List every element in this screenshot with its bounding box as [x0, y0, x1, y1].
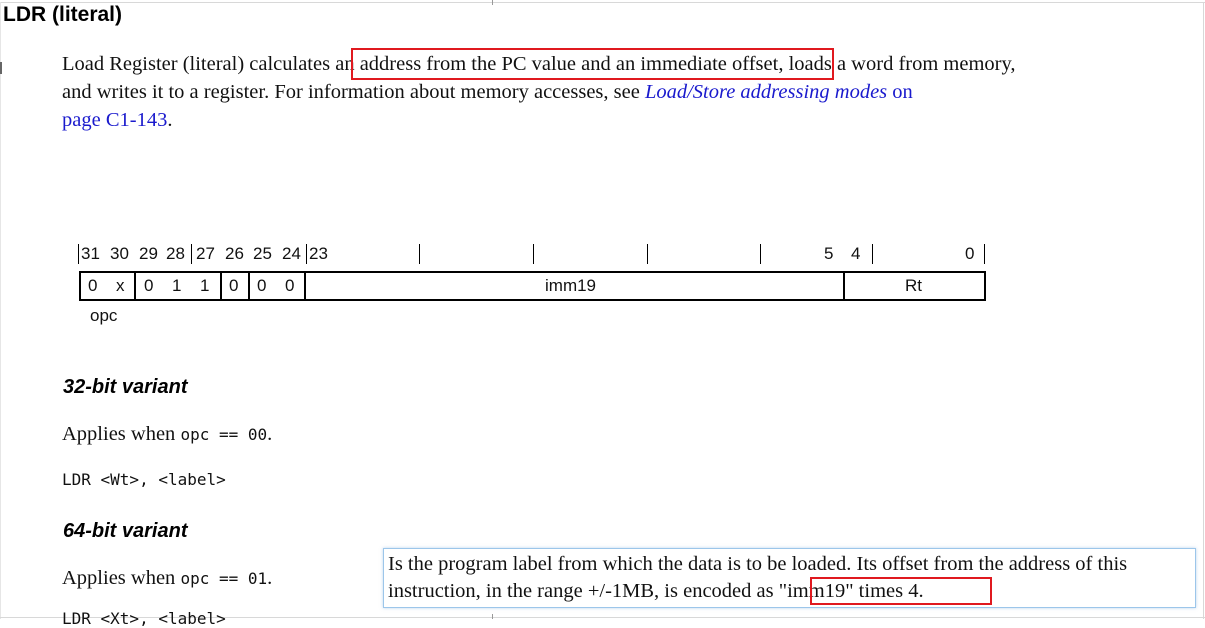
- condition-text: Applies when: [62, 423, 181, 445]
- page-ref-link[interactable]: page C1-143: [62, 109, 167, 131]
- page-title: LDR (literal): [3, 3, 123, 26]
- page-divider-marker: [492, 0, 493, 5]
- addressing-modes-link[interactable]: Load/Store addressing modes: [645, 81, 887, 103]
- bit-label: 0: [965, 244, 975, 263]
- condition-text: .: [267, 567, 273, 589]
- page-frame-left: [0, 2, 1, 619]
- cell-divider: [220, 271, 222, 301]
- bit-label: 31: [81, 244, 100, 263]
- bit-label: 23: [309, 244, 328, 263]
- tooltip-line: instruction, in the range +/-1MB, is enc…: [388, 580, 774, 602]
- cell-divider: [843, 271, 845, 301]
- bit-tick: [533, 244, 534, 264]
- annotation-box: [351, 48, 834, 80]
- bit-label: 26: [225, 244, 244, 263]
- margin-marker: [0, 62, 2, 74]
- condition-operator: ==: [209, 569, 248, 588]
- condition-text: .: [267, 423, 273, 445]
- bit-tick: [306, 244, 307, 264]
- encoding-bit: 0: [144, 276, 154, 295]
- variant-64-condition: Applies when opc == 01.: [62, 565, 272, 592]
- condition-value: 00: [247, 425, 268, 444]
- encoding-field-imm19: imm19: [545, 276, 597, 295]
- bit-label: 30: [110, 244, 129, 263]
- tooltip-text: Is the program label from which the data…: [388, 551, 1203, 605]
- condition-field: opc: [180, 569, 210, 588]
- bit-tick: [78, 244, 79, 264]
- bit-tick: [872, 244, 873, 264]
- page-divider-marker: [492, 614, 493, 619]
- encoding-bit: 0: [285, 276, 295, 295]
- encoding-field-rt: Rt: [905, 276, 922, 295]
- encoding-bit: 1: [200, 276, 210, 295]
- variant-32-syntax: LDR <Wt>, <label>: [62, 470, 226, 489]
- condition-text: Applies when: [62, 567, 181, 589]
- condition-field: opc: [180, 425, 210, 444]
- bit-label: 5: [824, 244, 834, 263]
- intro-text: and writes it to a register. For informa…: [62, 81, 645, 103]
- bit-label: 4: [851, 244, 861, 263]
- bit-label: 24: [282, 244, 301, 263]
- variant-32-condition: Applies when opc == 00.: [62, 421, 272, 448]
- page-frame-right: [1203, 2, 1204, 619]
- bit-tick: [984, 244, 985, 264]
- field-label-opc: opc: [90, 306, 118, 325]
- encoding-bit: 0: [88, 276, 98, 295]
- tooltip-line: Is the program label from which the data…: [388, 553, 1128, 575]
- bit-tick: [419, 244, 420, 264]
- variant-32-heading: 32-bit variant: [63, 376, 188, 398]
- bit-tick: [760, 244, 761, 264]
- bit-label: 29: [139, 244, 158, 263]
- bit-tick: [647, 244, 648, 264]
- label-tooltip: Is the program label from which the data…: [383, 548, 1196, 608]
- encoding-bit: 0: [257, 276, 267, 295]
- encoding-bit: 0: [229, 276, 239, 295]
- condition-operator: ==: [209, 425, 248, 444]
- page-ref-link[interactable]: on: [887, 81, 913, 103]
- page-frame-top: [0, 2, 1205, 3]
- cell-divider: [304, 271, 306, 301]
- bit-label: 27: [196, 244, 215, 263]
- cell-divider: [134, 271, 136, 301]
- intro-text: Load Register (literal) calculates: [62, 53, 331, 75]
- bit-label: 28: [166, 244, 185, 263]
- encoding-diagram: [79, 271, 986, 301]
- bit-label: 25: [253, 244, 272, 263]
- condition-value: 01: [247, 569, 268, 588]
- intro-text: .: [167, 109, 173, 131]
- cell-divider: [248, 271, 250, 301]
- encoding-bit: x: [116, 276, 125, 295]
- annotation-box: [810, 577, 992, 605]
- encoding-bit: 1: [172, 276, 182, 295]
- variant-64-heading: 64-bit variant: [63, 520, 188, 542]
- bit-tick: [191, 244, 192, 264]
